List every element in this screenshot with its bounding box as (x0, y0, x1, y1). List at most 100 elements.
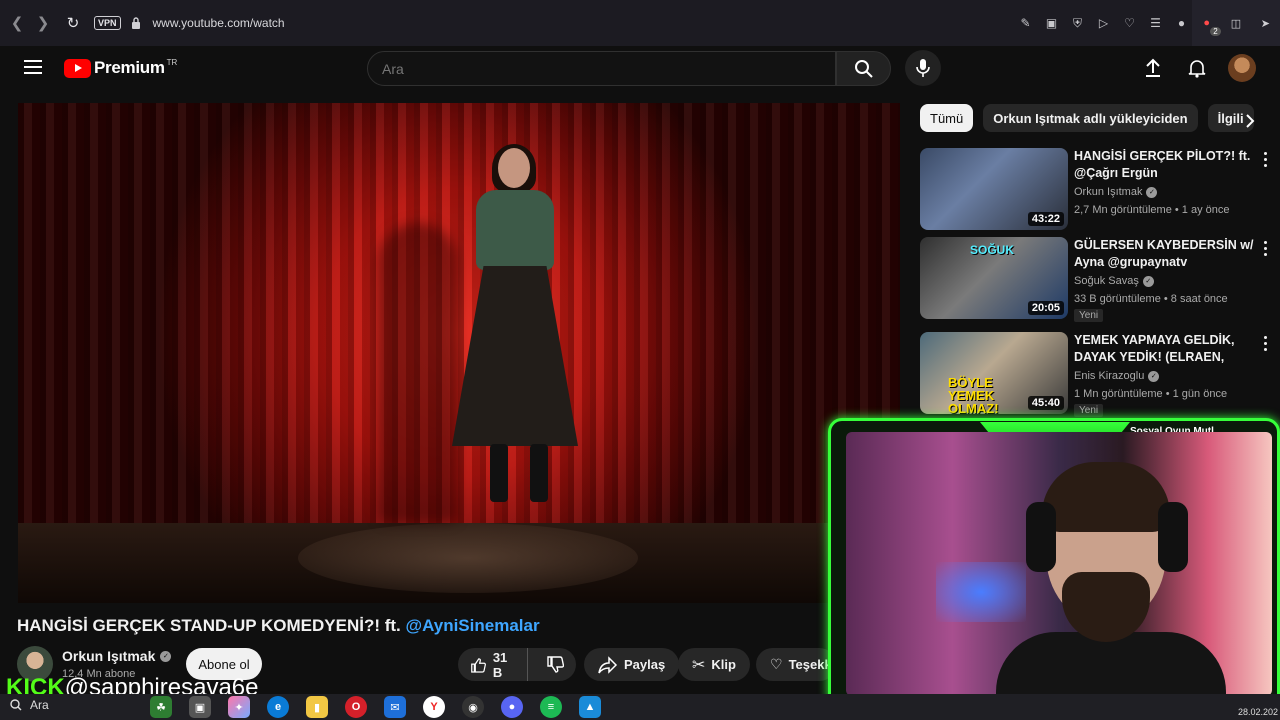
share-arrow-icon (598, 655, 618, 674)
photos-icon[interactable]: ▲ (579, 696, 601, 718)
sidebar-icon[interactable]: ➤ (1257, 15, 1273, 31)
profile-icon[interactable]: ● (1173, 12, 1190, 34)
webcam-feed (846, 432, 1272, 696)
video-player[interactable] (18, 103, 900, 603)
bell-icon (1188, 60, 1206, 78)
reload-icon[interactable]: ↻ (60, 10, 86, 36)
video-title-text: HANGİSİ GERÇEK STAND-UP KOMEDYENİ?! ft. (17, 616, 401, 635)
recommendation-channel-row: Soğuk Savaş ✓ (1074, 275, 1154, 287)
upload-button[interactable] (1140, 55, 1166, 81)
recommendation-meta: 2,7 Mn görüntüleme • 1 ay önce (1074, 204, 1230, 216)
task-view-icon[interactable]: ▣ (189, 696, 211, 718)
heart-icon[interactable]: ♡ (1121, 12, 1138, 34)
recommendation-thumbnail[interactable]: BÖYLE YEMEK OLMAZ! 45:40 (920, 332, 1068, 414)
vpn-badge[interactable]: VPN (94, 16, 121, 30)
edge-browser-icon[interactable]: e (267, 696, 289, 718)
menu-list-icon[interactable]: ☰ (1147, 12, 1164, 34)
recommendation-title[interactable]: YEMEK YAPMAYA GELDİK, DAYAK YEDİK! (ELRA… (1074, 332, 1254, 366)
thanks-label: Teşekk (788, 657, 832, 672)
voice-search-button[interactable] (905, 50, 941, 86)
extension-icon[interactable]: ● 2 (1199, 15, 1221, 36)
address-bar[interactable]: www.youtube.com/watch (153, 16, 285, 30)
youtube-logo[interactable]: Premium TR (64, 58, 177, 78)
obs-icon[interactable]: ◉ (462, 696, 484, 718)
recommendation-meta: 1 Mn görüntüleme • 1 gün önce (1074, 388, 1228, 400)
more-options-icon[interactable] (1260, 150, 1270, 168)
taskbar-search[interactable]: Ara (10, 698, 49, 712)
dislike-button[interactable] (534, 648, 576, 681)
hamburger-menu-icon[interactable] (24, 60, 42, 74)
file-explorer-icon[interactable]: ▮ (306, 696, 328, 718)
thumbnail-text: BÖYLE YEMEK OLMAZ! (948, 376, 999, 414)
extensions-area: ● 2 ◫ ➤ (1192, 0, 1280, 46)
recommendation-channel[interactable]: Enis Kirazoglu (1074, 370, 1144, 382)
channel-name[interactable]: Orkun Işıtmak (62, 648, 155, 664)
verified-icon: ✓ (1142, 275, 1154, 287)
recommendation-title[interactable]: GÜLERSEN KAYBEDERSİN w/ Ayna @grupaynatv… (1074, 237, 1254, 271)
opera-icon[interactable]: O (345, 696, 367, 718)
verified-icon: ✓ (160, 650, 172, 662)
recommendation-item[interactable]: BÖYLE YEMEK OLMAZ! 45:40 YEMEK YAPMAYA G… (920, 332, 1270, 417)
mail-icon[interactable]: ✉ (384, 696, 406, 718)
windows-taskbar: Ara ☘ ▣ ✦ e ▮ O ✉ Y ◉ ● ≡ ▲ 28.02.202 (0, 694, 1280, 720)
search-icon (854, 59, 873, 78)
video-duration: 20:05 (1027, 301, 1064, 315)
title-mention-link[interactable]: @AyniSinemalar (406, 616, 540, 635)
account-avatar[interactable] (1228, 54, 1256, 82)
chevron-right-icon[interactable] (1240, 110, 1260, 132)
edit-icon[interactable]: ✎ (1017, 12, 1034, 34)
more-options-icon[interactable] (1260, 334, 1270, 352)
recommendation-channel[interactable]: Soğuk Savaş (1074, 275, 1139, 287)
recommendation-thumbnail[interactable]: 43:22 (920, 148, 1068, 230)
scissors-icon: ✂ (692, 656, 706, 674)
chip-from-uploader[interactable]: Orkun Işıtmak adlı yükleyiciden (983, 104, 1198, 132)
share-button[interactable]: Paylaş (584, 648, 680, 681)
taskbar-search-label: Ara (30, 698, 49, 712)
forward-icon[interactable]: ❯ (30, 10, 56, 36)
play-icon[interactable]: ▷ (1095, 12, 1112, 34)
upload-icon (1146, 58, 1160, 77)
thanks-button[interactable]: ♡ Teşekk (756, 648, 836, 681)
search-box (367, 51, 836, 86)
recommendation-meta: 33 B görüntüleme • 8 saat önce (1074, 293, 1228, 305)
thumbs-up-icon (471, 657, 486, 673)
filter-chips: Tümü Orkun Işıtmak adlı yükleyiciden İlg… (920, 104, 1254, 132)
like-count: 31 B (492, 649, 508, 680)
recommendation-channel-row: Enis Kirazoglu ✓ (1074, 370, 1160, 382)
camera-icon[interactable]: ▣ (1043, 12, 1060, 34)
new-badge: Yeni (1074, 404, 1104, 417)
yandex-browser-icon[interactable]: Y (423, 696, 445, 718)
like-button[interactable]: 31 B (458, 648, 528, 681)
lock-icon[interactable] (129, 16, 143, 30)
recommendation-thumbnail[interactable]: SOĞUK 20:05 (920, 237, 1068, 319)
video-duration: 45:40 (1027, 396, 1064, 410)
recommendation-item[interactable]: 43:22 HANGİSİ GERÇEK PİLOT?! ft. @Çağrı … (920, 148, 1270, 232)
share-label: Paylaş (624, 657, 666, 672)
recommendation-title[interactable]: HANGİSİ GERÇEK PİLOT?! ft. @Çağrı Ergün (1074, 148, 1254, 182)
widgets-icon[interactable]: ☘ (150, 696, 172, 718)
notifications-button[interactable] (1184, 55, 1210, 81)
more-options-icon[interactable] (1260, 239, 1270, 257)
thanks-heart-icon: ♡ (770, 656, 783, 672)
discord-icon[interactable]: ● (501, 696, 523, 718)
recommendation-channel[interactable]: Orkun Işıtmak (1074, 186, 1142, 198)
recommendation-item[interactable]: SOĞUK 20:05 GÜLERSEN KAYBEDERSİN w/ Ayna… (920, 237, 1270, 322)
video-title: HANGİSİ GERÇEK STAND-UP KOMEDYENİ?! ft. … (17, 616, 540, 636)
shield-icon[interactable]: ⛨ (1069, 12, 1086, 34)
verified-icon: ✓ (1148, 370, 1160, 382)
recommendation-channel-row: Orkun Işıtmak ✓ (1074, 186, 1158, 198)
chip-all[interactable]: Tümü (920, 104, 974, 132)
region-code: TR (166, 57, 178, 67)
taskbar-clock[interactable]: 28.02.202 (1238, 695, 1278, 718)
microphone-icon (916, 59, 930, 77)
verified-icon: ✓ (1146, 186, 1158, 198)
video-performer (438, 144, 588, 518)
search-input[interactable] (368, 52, 835, 85)
copilot-icon[interactable]: ✦ (228, 696, 250, 718)
thumbs-down-icon (547, 655, 564, 673)
search-button[interactable] (836, 51, 891, 86)
back-icon[interactable]: ❮ (4, 10, 30, 36)
clip-button[interactable]: ✂ Klip (678, 648, 750, 681)
spotify-icon[interactable]: ≡ (540, 696, 562, 718)
cube-icon[interactable]: ◫ (1228, 15, 1244, 31)
